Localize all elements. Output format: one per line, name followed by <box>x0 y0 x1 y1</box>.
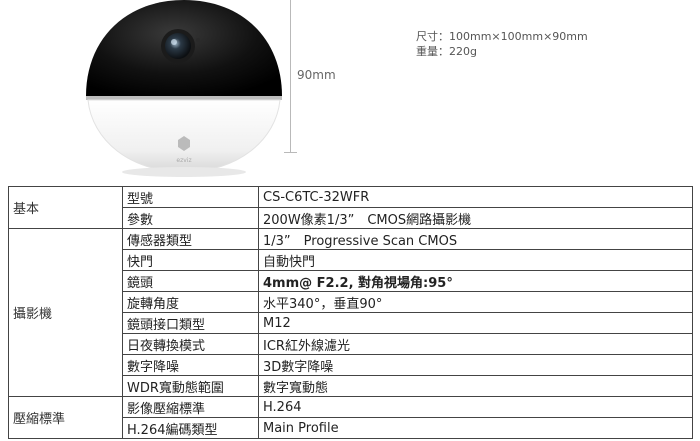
camera-product-image: ezviz <box>86 0 282 177</box>
svg-text:ezviz: ezviz <box>176 157 191 164</box>
spec-value: ICR紅外線濾光 <box>258 333 693 355</box>
spec-label: 旋轉角度 <box>122 291 259 313</box>
spec-label: H.264編碼類型 <box>122 417 259 439</box>
spec-label: 影像壓縮標準 <box>122 396 259 418</box>
spec-label: 鏡頭 <box>122 270 259 292</box>
dimension-height-label: 90mm <box>297 68 336 82</box>
size-line: 尺寸：100mm×100mm×90mm <box>416 30 588 43</box>
dimension-tick <box>284 152 297 153</box>
spec-value: CS-C6TC-32WFR <box>258 186 693 208</box>
table-row: 壓縮標準 影像壓縮標準 H.264 <box>8 396 693 439</box>
group-label: 攝影機 <box>8 228 123 397</box>
group-label: 基本 <box>8 186 123 229</box>
size-weight-info: 尺寸：100mm×100mm×90mm 重量：220g <box>416 29 588 59</box>
table-row: 攝影機 傳感器類型 1/3” Progressive Scan CMOS <box>8 228 693 397</box>
spec-label: 傳感器類型 <box>122 228 259 250</box>
spec-value: 數字寬動態 <box>258 375 693 397</box>
spec-label: 數字降噪 <box>122 354 259 376</box>
spec-label: 快門 <box>122 249 259 271</box>
product-hero: ezviz 90mm 尺寸：100mm×100mm×90mm 重量：220g <box>0 0 700 185</box>
spec-label: 型號 <box>122 186 259 208</box>
spec-value: 3D數字降噪 <box>258 354 693 376</box>
spec-value: 200W像素1/3” CMOS網路攝影機 <box>258 207 693 229</box>
group-label: 壓縮標準 <box>8 396 123 439</box>
spec-value: Main Profile <box>258 417 693 439</box>
spec-label: 日夜轉換模式 <box>122 333 259 355</box>
spec-value: M12 <box>258 312 693 334</box>
spec-label: 鏡頭接口類型 <box>122 312 259 334</box>
weight-line: 重量：220g <box>416 45 477 58</box>
spec-value: 水平340°，垂直90° <box>258 291 693 313</box>
spec-value: 1/3” Progressive Scan CMOS <box>258 228 693 250</box>
spec-value: 自動快門 <box>258 249 693 271</box>
camera-lens <box>165 33 191 59</box>
spec-label: WDR寬動態範圍 <box>122 375 259 397</box>
dimension-line <box>290 0 291 152</box>
spec-label: 參數 <box>122 207 259 229</box>
spec-table: 基本 型號 CS-C6TC-32WFR 參數 200W像素1/3” CMOS網路… <box>8 186 693 439</box>
spec-value: H.264 <box>258 396 693 418</box>
spec-value: 4mm@ F2.2, 對角視場角:95° <box>258 270 693 292</box>
table-row: 基本 型號 CS-C6TC-32WFR <box>8 186 693 229</box>
